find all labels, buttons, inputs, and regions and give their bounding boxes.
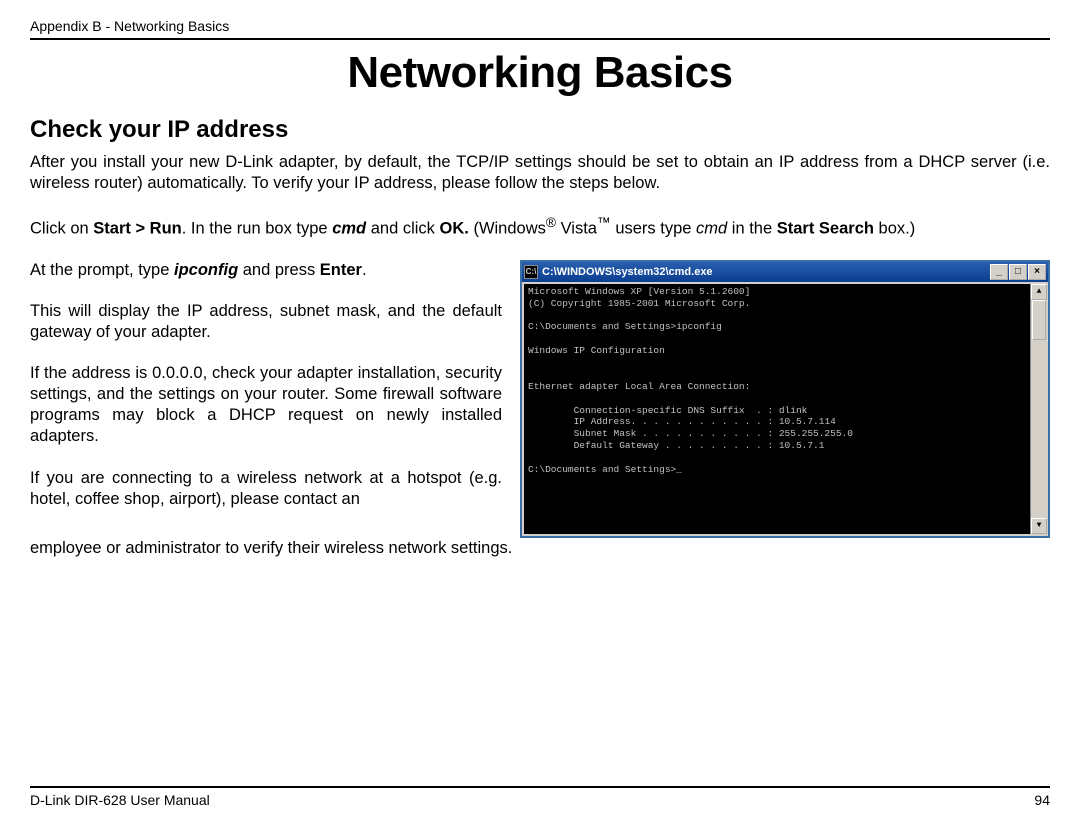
registered-mark: ® xyxy=(546,215,556,230)
start-search-label: Start Search xyxy=(777,220,874,238)
intro-paragraph: After you install your new D-Link adapte… xyxy=(30,152,1050,194)
hotspot-paragraph-part2: employee or administrator to verify thei… xyxy=(30,538,1050,559)
footer-divider xyxy=(30,786,1050,788)
text: (Windows xyxy=(469,220,546,238)
hotspot-paragraph-part1: If you are connecting to a wireless netw… xyxy=(30,468,502,510)
page-number: 94 xyxy=(1034,792,1050,808)
prompt-instructions: At the prompt, type ipconfig and press E… xyxy=(30,260,502,281)
text: Click on xyxy=(30,220,93,238)
display-paragraph: This will display the IP address, subnet… xyxy=(30,301,502,343)
minimize-button[interactable]: _ xyxy=(990,264,1008,280)
scroll-down-button[interactable]: ▼ xyxy=(1031,518,1047,534)
cmd-titlebar[interactable]: C:\ C:\WINDOWS\system32\cmd.exe _ □ × xyxy=(522,262,1048,282)
maximize-button[interactable]: □ xyxy=(1009,264,1027,280)
header-breadcrumb: Appendix B - Networking Basics xyxy=(30,18,1050,38)
text: Vista xyxy=(556,220,597,238)
ipconfig-text: ipconfig xyxy=(174,261,238,279)
trademark: ™ xyxy=(597,215,611,230)
enter-label: Enter xyxy=(320,261,362,279)
cmd-output: Microsoft Windows XP [Version 5.1.2600] … xyxy=(524,284,1030,534)
cmd-text: cmd xyxy=(696,220,727,238)
text: . xyxy=(362,261,367,279)
run-instructions: Click on Start > Run. In the run box typ… xyxy=(30,214,1050,240)
scrollbar[interactable]: ▲ ▼ xyxy=(1030,284,1046,534)
text: At the prompt, type xyxy=(30,261,174,279)
text: box.) xyxy=(874,220,915,238)
cmd-icon: C:\ xyxy=(524,265,538,279)
manual-name: D-Link DIR-628 User Manual xyxy=(30,792,210,808)
page-footer: D-Link DIR-628 User Manual 94 xyxy=(30,786,1050,808)
text: and click xyxy=(366,220,439,238)
text: users type xyxy=(611,220,696,238)
scroll-up-button[interactable]: ▲ xyxy=(1031,284,1047,300)
close-button[interactable]: × xyxy=(1028,264,1046,280)
scroll-track[interactable] xyxy=(1031,300,1046,518)
cmd-window: C:\ C:\WINDOWS\system32\cmd.exe _ □ × Mi… xyxy=(520,260,1050,538)
page-title: Networking Basics xyxy=(30,48,1050,98)
ok-label: OK. xyxy=(440,220,469,238)
section-heading: Check your IP address xyxy=(30,116,1050,144)
header-divider xyxy=(30,38,1050,40)
scroll-thumb[interactable] xyxy=(1032,300,1046,340)
text: and press xyxy=(238,261,320,279)
text: in the xyxy=(727,220,777,238)
cmd-text: cmd xyxy=(332,220,366,238)
cmd-window-title: C:\WINDOWS\system32\cmd.exe xyxy=(542,266,990,278)
text: . In the run box type xyxy=(182,220,332,238)
zero-address-paragraph: If the address is 0.0.0.0, check your ad… xyxy=(30,363,502,447)
start-run-label: Start > Run xyxy=(93,220,181,238)
